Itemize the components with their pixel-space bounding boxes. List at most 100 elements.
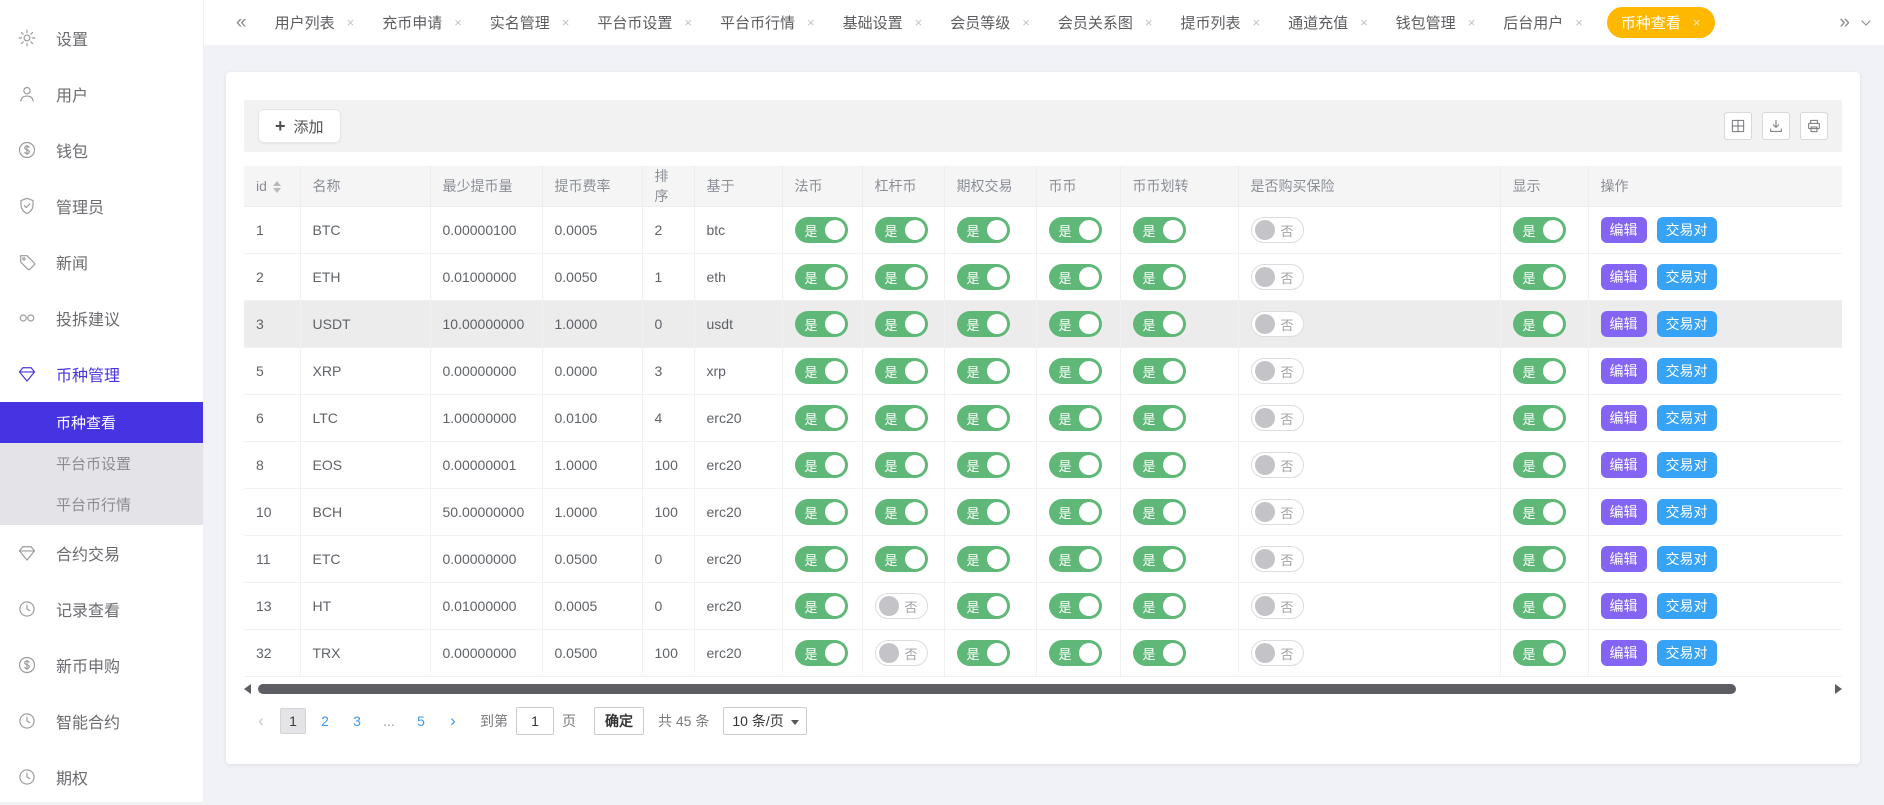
- pagination-prev-icon[interactable]: ‹: [248, 708, 274, 734]
- toggle-insurance[interactable]: 否: [1251, 264, 1304, 290]
- toggle-display[interactable]: 是: [1513, 311, 1566, 337]
- trade-pair-button[interactable]: 交易对: [1657, 311, 1717, 337]
- pagination-page-5[interactable]: 5: [408, 708, 434, 734]
- tab-withdraw-list[interactable]: 提币列表×: [1180, 12, 1260, 33]
- sidebar-item-options[interactable]: 期权: [0, 749, 203, 805]
- toggle-fiat[interactable]: 是: [795, 640, 848, 666]
- toggle-fiat[interactable]: 是: [795, 217, 848, 243]
- trade-pair-button[interactable]: 交易对: [1657, 358, 1717, 384]
- pagination-page-3[interactable]: 3: [344, 708, 370, 734]
- toggle-spot[interactable]: 是: [1049, 546, 1102, 572]
- tab-deposit-request[interactable]: 充币申请×: [382, 12, 462, 33]
- toggle-transfer[interactable]: 是: [1133, 593, 1186, 619]
- tab-close-icon[interactable]: ×: [1145, 15, 1153, 30]
- add-button[interactable]: + 添加: [258, 109, 341, 143]
- toggle-insurance[interactable]: 否: [1251, 405, 1304, 431]
- toggle-leverage[interactable]: 是: [875, 452, 928, 478]
- toggle-options[interactable]: 是: [957, 546, 1010, 572]
- sidebar-subitem-platform-coin-market[interactable]: 平台币行情: [0, 484, 203, 525]
- tab-close-icon[interactable]: ×: [347, 15, 355, 30]
- toggle-fiat[interactable]: 是: [795, 358, 848, 384]
- toggle-transfer[interactable]: 是: [1133, 405, 1186, 431]
- toggle-options[interactable]: 是: [957, 452, 1010, 478]
- toggle-leverage[interactable]: 否: [875, 593, 928, 619]
- edit-button[interactable]: 编辑: [1601, 499, 1647, 525]
- trade-pair-button[interactable]: 交易对: [1657, 405, 1717, 431]
- toggle-fiat[interactable]: 是: [795, 546, 848, 572]
- toggle-spot[interactable]: 是: [1049, 452, 1102, 478]
- toggle-leverage[interactable]: 是: [875, 358, 928, 384]
- toggle-leverage[interactable]: 是: [875, 405, 928, 431]
- tabs-scroll-right-icon[interactable]: »: [1831, 12, 1858, 34]
- horizontal-scrollbar[interactable]: [244, 683, 1842, 695]
- toggle-display[interactable]: 是: [1513, 452, 1566, 478]
- tab-close-icon[interactable]: ×: [454, 15, 462, 30]
- sidebar-subitem-platform-coin-settings[interactable]: 平台币设置: [0, 443, 203, 484]
- toggle-insurance[interactable]: 否: [1251, 499, 1304, 525]
- sidebar-item-contract-trade[interactable]: 合约交易: [0, 525, 203, 581]
- trade-pair-button[interactable]: 交易对: [1657, 452, 1717, 478]
- tab-close-icon[interactable]: ×: [1693, 15, 1701, 30]
- toggle-spot[interactable]: 是: [1049, 640, 1102, 666]
- toggle-display[interactable]: 是: [1513, 405, 1566, 431]
- edit-button[interactable]: 编辑: [1601, 264, 1647, 290]
- pagination-page-1[interactable]: 1: [280, 708, 306, 734]
- toggle-fiat[interactable]: 是: [795, 452, 848, 478]
- toggle-leverage[interactable]: 否: [875, 640, 928, 666]
- tab-close-icon[interactable]: ×: [1022, 15, 1030, 30]
- toggle-insurance[interactable]: 否: [1251, 452, 1304, 478]
- toggle-spot[interactable]: 是: [1049, 593, 1102, 619]
- pagination-next-icon[interactable]: ›: [440, 708, 466, 734]
- sidebar-item-admin[interactable]: 管理员: [0, 178, 203, 234]
- toggle-options[interactable]: 是: [957, 640, 1010, 666]
- toggle-options[interactable]: 是: [957, 358, 1010, 384]
- toggle-insurance[interactable]: 否: [1251, 311, 1304, 337]
- trade-pair-button[interactable]: 交易对: [1657, 499, 1717, 525]
- sidebar-item-coin-manage[interactable]: 币种管理: [0, 346, 203, 402]
- sidebar-item-news[interactable]: 新闻: [0, 234, 203, 290]
- toggle-options[interactable]: 是: [957, 311, 1010, 337]
- pagination-page-2[interactable]: 2: [312, 708, 338, 734]
- toggle-transfer[interactable]: 是: [1133, 640, 1186, 666]
- toggle-options[interactable]: 是: [957, 405, 1010, 431]
- sidebar-item-new-coin-subscribe[interactable]: 新币申购: [0, 637, 203, 693]
- sidebar-item-users[interactable]: 用户: [0, 66, 203, 122]
- export-button[interactable]: [1762, 112, 1790, 140]
- tab-wallet-manage[interactable]: 钱包管理×: [1396, 12, 1476, 33]
- toggle-transfer[interactable]: 是: [1133, 499, 1186, 525]
- toggle-spot[interactable]: 是: [1049, 499, 1102, 525]
- toggle-options[interactable]: 是: [957, 264, 1010, 290]
- tab-member-relation[interactable]: 会员关系图×: [1058, 12, 1153, 33]
- toggle-fiat[interactable]: 是: [795, 311, 848, 337]
- toggle-transfer[interactable]: 是: [1133, 358, 1186, 384]
- toggle-options[interactable]: 是: [957, 499, 1010, 525]
- tab-channel-deposit[interactable]: 通道充值×: [1288, 12, 1368, 33]
- toggle-leverage[interactable]: 是: [875, 546, 928, 572]
- tab-close-icon[interactable]: ×: [1360, 15, 1368, 30]
- scrollbar-thumb[interactable]: [258, 684, 1736, 694]
- sidebar-item-settings[interactable]: 设置: [0, 10, 203, 66]
- toggle-display[interactable]: 是: [1513, 358, 1566, 384]
- toggle-options[interactable]: 是: [957, 593, 1010, 619]
- toggle-transfer[interactable]: 是: [1133, 264, 1186, 290]
- print-button[interactable]: [1800, 112, 1828, 140]
- tab-close-icon[interactable]: ×: [1468, 15, 1476, 30]
- toggle-spot[interactable]: 是: [1049, 405, 1102, 431]
- column-header-id[interactable]: id: [244, 166, 300, 207]
- toggle-transfer[interactable]: 是: [1133, 311, 1186, 337]
- toggle-leverage[interactable]: 是: [875, 264, 928, 290]
- tab-close-icon[interactable]: ×: [562, 15, 570, 30]
- tab-close-icon[interactable]: ×: [684, 15, 692, 30]
- toggle-transfer[interactable]: 是: [1133, 217, 1186, 243]
- goto-page-input[interactable]: [516, 707, 554, 735]
- sidebar-item-smart-contract[interactable]: 智能合约: [0, 693, 203, 749]
- toggle-fiat[interactable]: 是: [795, 593, 848, 619]
- tab-close-icon[interactable]: ×: [1575, 15, 1583, 30]
- toggle-display[interactable]: 是: [1513, 264, 1566, 290]
- toggle-fiat[interactable]: 是: [795, 264, 848, 290]
- tab-kyc-manage[interactable]: 实名管理×: [490, 12, 570, 33]
- tab-coin-view[interactable]: 币种查看×: [1607, 7, 1715, 38]
- scroll-right-arrow-icon[interactable]: [1835, 684, 1842, 694]
- trade-pair-button[interactable]: 交易对: [1657, 264, 1717, 290]
- tab-close-icon[interactable]: ×: [1252, 15, 1260, 30]
